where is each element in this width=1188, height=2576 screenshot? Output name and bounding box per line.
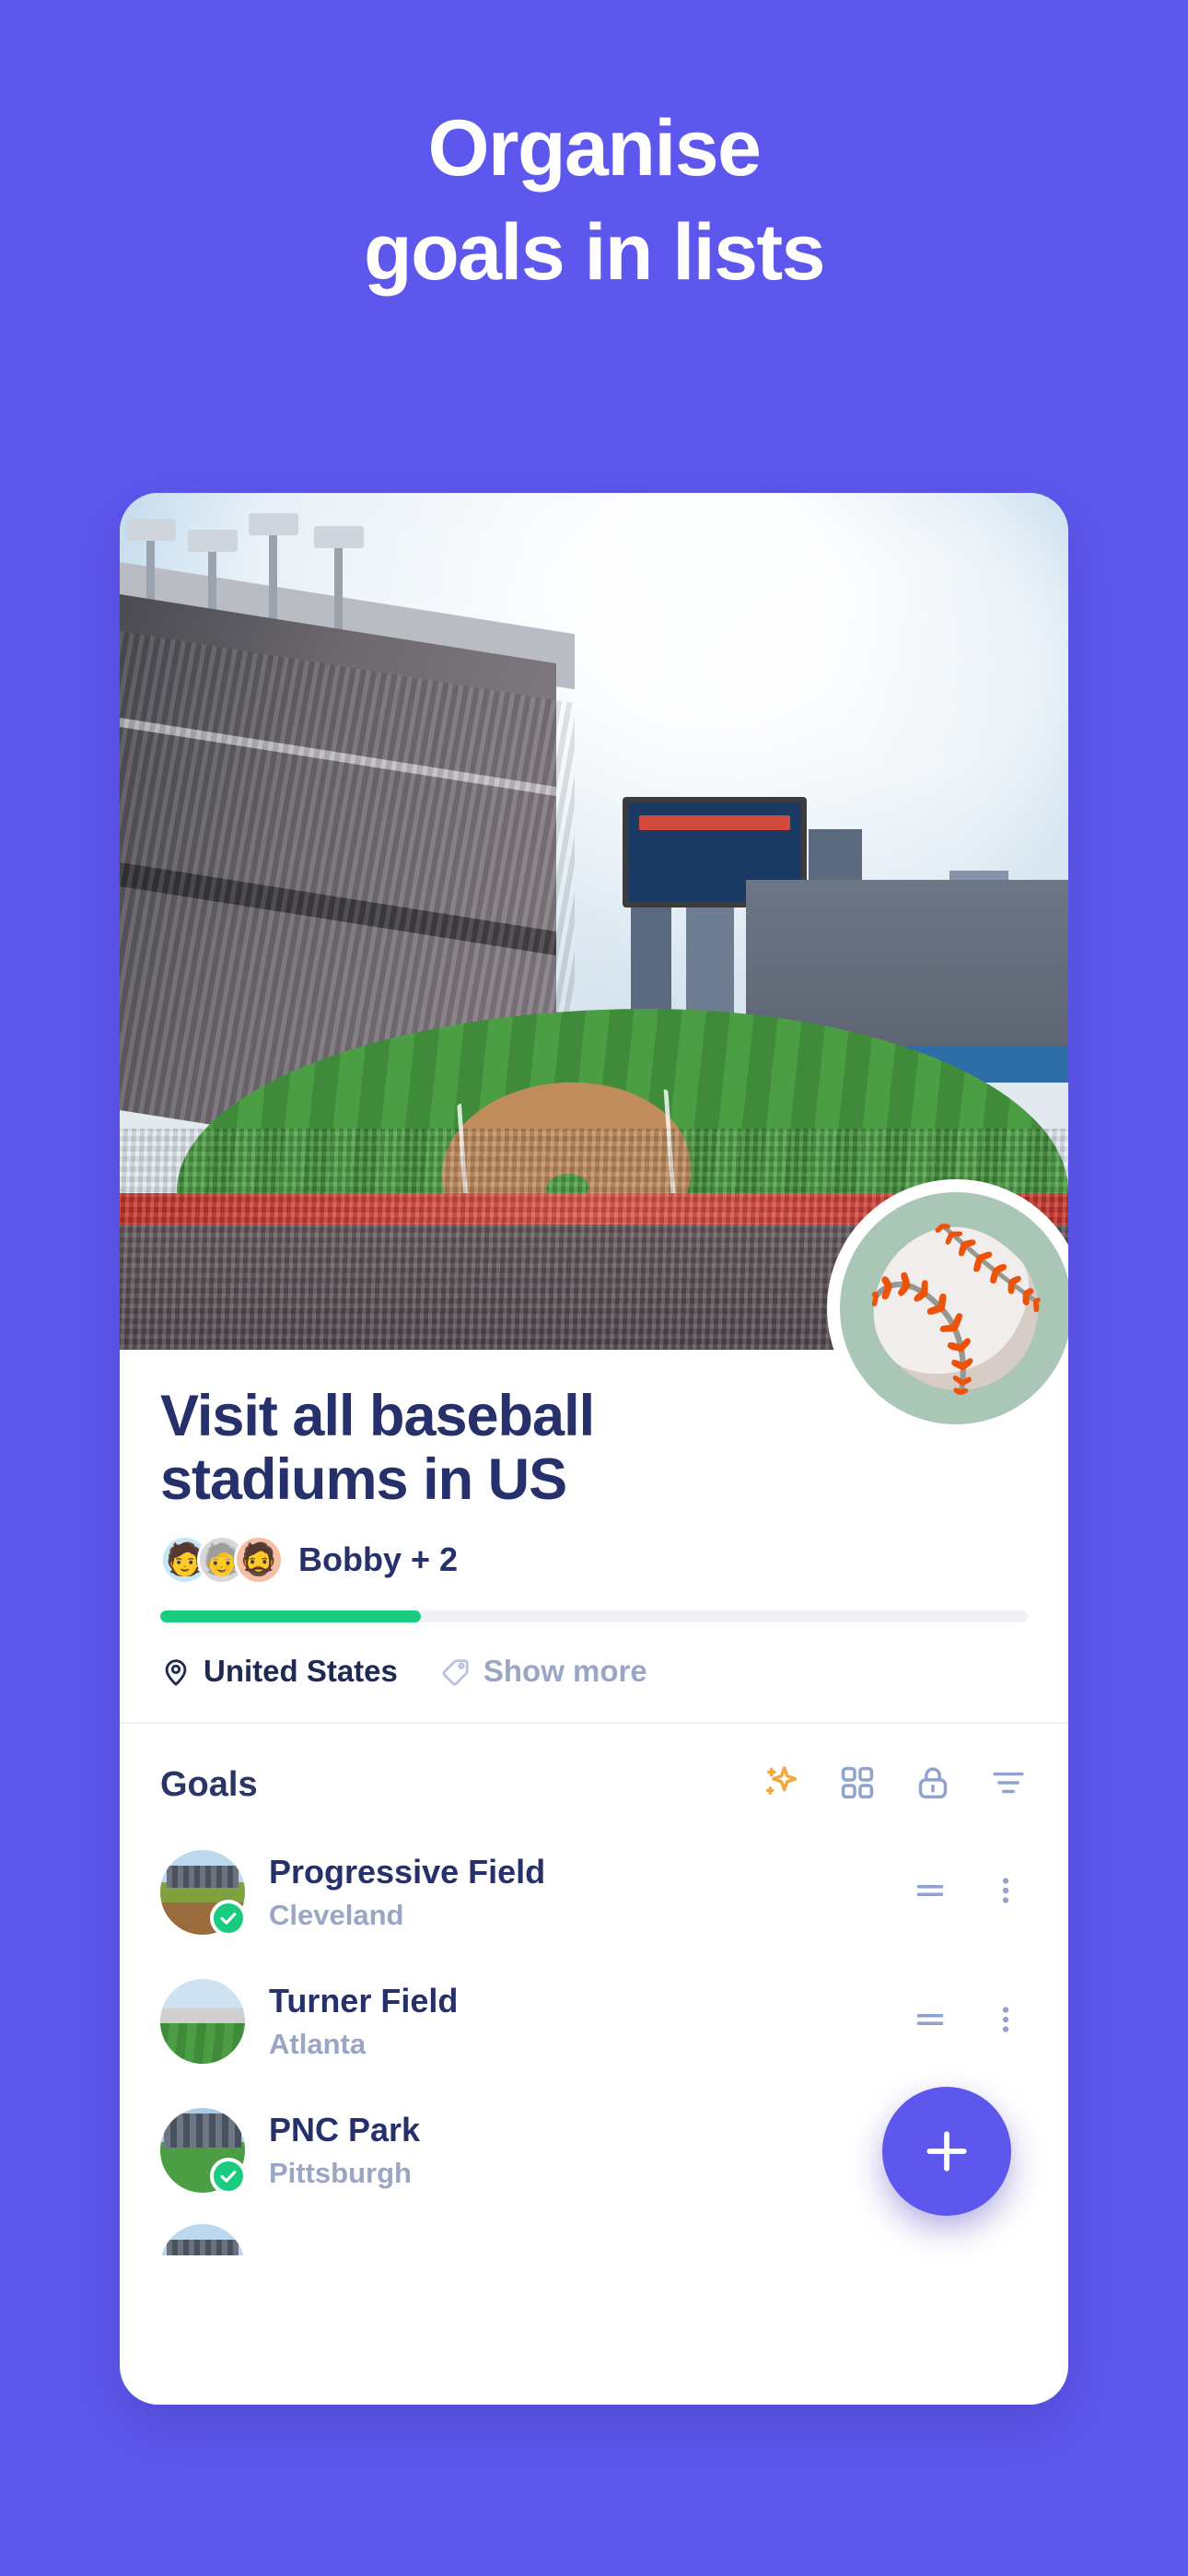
goal-location: Atlanta — [269, 2028, 367, 2061]
list-item-partial[interactable] — [160, 2215, 1028, 2256]
card-meta-row: United States Show more — [160, 1654, 1028, 1722]
goal-thumbnail — [160, 1850, 247, 1938]
list-item[interactable]: Progressive Field Cleveland — [160, 1828, 1028, 1957]
goal-location: Cleveland — [269, 1899, 404, 1932]
goals-heading: Goals — [160, 1765, 258, 1805]
list-card[interactable]: ⚾ Visit all baseball stadiums in US 🧑 🧓 … — [120, 493, 1068, 2405]
meta-show-more-label: Show more — [483, 1654, 647, 1689]
plus-icon — [926, 2131, 967, 2172]
progress-bar — [160, 1610, 1028, 1623]
screen: Organise goals in lists ⚾ Visit all base… — [0, 0, 1188, 2576]
goal-text: Progressive Field Cleveland — [269, 1853, 912, 1932]
meta-location-label: United States — [204, 1654, 398, 1689]
collaborators-label: Bobby + 2 — [298, 1540, 459, 1579]
goal-thumbnail — [160, 2108, 247, 2195]
grid-view-icon[interactable] — [838, 1763, 877, 1807]
location-pin-icon — [165, 1659, 187, 1686]
goals-header: Goals — [160, 1724, 1028, 1828]
goal-name: Progressive Field — [269, 1853, 546, 1891]
goal-thumbnail — [160, 1979, 245, 2065]
lock-icon[interactable] — [914, 1763, 952, 1807]
tag-icon — [442, 1659, 469, 1686]
avatar[interactable]: 🧔 — [234, 1535, 284, 1586]
drag-handle-icon[interactable] — [912, 2001, 949, 2043]
goals-toolbar — [761, 1762, 1028, 1808]
more-options-icon[interactable] — [989, 1874, 1022, 1912]
avatar-group[interactable]: 🧑 🧓 🧔 — [160, 1535, 284, 1586]
more-options-icon[interactable] — [989, 2003, 1022, 2041]
goal-name: Turner Field — [269, 1982, 459, 2020]
baseball-badge-icon: ⚾ — [827, 1179, 1068, 1437]
goal-controls — [912, 1872, 1028, 1914]
page-title: Organise goals in lists — [0, 104, 1188, 297]
goal-thumbnail — [160, 2224, 245, 2256]
completed-check-icon — [210, 2158, 247, 2195]
progress-fill — [160, 1610, 421, 1623]
drag-handle-icon[interactable] — [912, 1872, 949, 1914]
headline-line-1: Organise — [427, 104, 762, 193]
completed-check-icon — [210, 1900, 247, 1938]
goals-list: Progressive Field Cleveland Turner Field… — [160, 1828, 1028, 2274]
goal-text: Turner Field Atlanta — [269, 1982, 912, 2061]
sparkles-icon[interactable] — [761, 1762, 801, 1808]
headline-line-2: goals in lists — [364, 207, 825, 297]
add-goal-button[interactable] — [882, 2087, 1011, 2216]
list-item[interactable]: Turner Field Atlanta — [160, 1957, 1028, 2086]
filter-icon[interactable] — [989, 1763, 1028, 1807]
card-title: Visit all baseball stadiums in US — [160, 1384, 595, 1512]
meta-location[interactable]: United States — [160, 1654, 398, 1689]
goal-controls — [912, 2001, 1028, 2043]
collaborators[interactable]: 🧑 🧓 🧔 Bobby + 2 — [160, 1535, 1028, 1586]
meta-show-more[interactable]: Show more — [440, 1654, 647, 1689]
